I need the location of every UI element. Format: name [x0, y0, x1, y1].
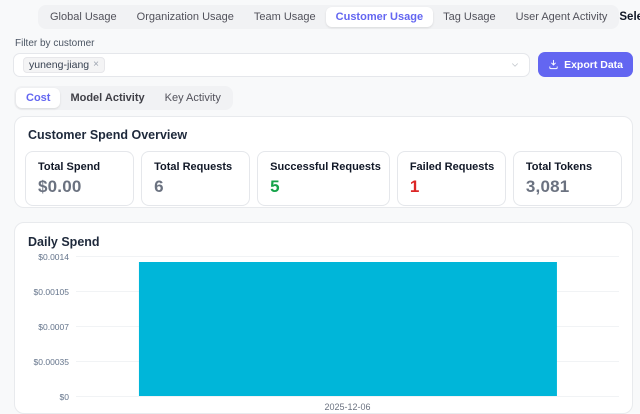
stat-total-requests: Total Requests 6 [141, 151, 250, 206]
stat-value: 1 [410, 177, 497, 197]
filter-by-customer-label: Filter by customer [15, 38, 640, 49]
view-tabs: Cost Model Activity Key Activity [14, 86, 233, 110]
tab-cost[interactable]: Cost [16, 88, 60, 108]
customer-filter-input[interactable]: yuneng-jiang × [13, 53, 530, 77]
usage-tabs: Global Usage Organization Usage Team Usa… [38, 5, 619, 29]
export-data-button[interactable]: Export Data [538, 52, 633, 77]
y-tick: $0 [60, 392, 69, 402]
stat-value: $0.00 [38, 177, 125, 197]
download-icon [548, 59, 559, 70]
tab-organization-usage[interactable]: Organization Usage [127, 7, 244, 27]
stat-value: 6 [154, 177, 241, 197]
stat-label: Total Spend [38, 161, 125, 173]
stat-label: Total Requests [154, 161, 241, 173]
y-tick: $0.0014 [38, 252, 69, 262]
customer-tag: yuneng-jiang × [23, 57, 105, 73]
plot-area: $0.0014 $0.00105 $0.0007 $0.00035 $0 202… [76, 256, 619, 396]
gridline: $0 [76, 396, 619, 397]
stat-failed-requests: Failed Requests 1 [397, 151, 506, 206]
y-tick: $0.0007 [38, 322, 69, 332]
tab-global-usage[interactable]: Global Usage [40, 7, 127, 27]
x-tick: 2025-12-06 [324, 402, 370, 412]
daily-spend-bar[interactable] [138, 262, 556, 396]
stats-grid: Total Spend $0.00 Total Requests 6 Succe… [25, 151, 622, 206]
customer-tag-label: yuneng-jiang [29, 59, 89, 71]
stat-label: Successful Requests [270, 161, 381, 173]
tab-team-usage[interactable]: Team Usage [244, 7, 326, 27]
stat-total-tokens: Total Tokens 3,081 [513, 151, 622, 206]
top-bar: Global Usage Organization Usage Team Usa… [0, 0, 640, 29]
stat-label: Failed Requests [410, 161, 497, 173]
stat-label: Total Tokens [526, 161, 613, 173]
export-data-label: Export Data [564, 59, 623, 71]
tab-tag-usage[interactable]: Tag Usage [433, 7, 506, 27]
tab-user-agent-activity[interactable]: User Agent Activity [506, 7, 618, 27]
daily-spend-title: Daily Spend [28, 235, 619, 249]
stat-value: 3,081 [526, 177, 613, 197]
y-tick: $0.00105 [34, 287, 69, 297]
customer-spend-overview-card: Customer Spend Overview Total Spend $0.0… [14, 116, 633, 208]
chevron-down-icon [510, 60, 520, 70]
daily-spend-chart: $0.0014 $0.00105 $0.0007 $0.00035 $0 202… [28, 254, 619, 412]
filter-row: yuneng-jiang × Export Data [13, 52, 633, 77]
overview-title: Customer Spend Overview [28, 128, 622, 142]
stat-value: 5 [270, 177, 381, 197]
time-range-label: Select Time Range [619, 11, 640, 23]
stat-successful-requests: Successful Requests 5 [257, 151, 390, 206]
remove-tag-icon[interactable]: × [93, 60, 99, 70]
tab-customer-usage[interactable]: Customer Usage [326, 7, 433, 27]
daily-spend-card: Daily Spend $0.0014 $0.00105 $0.0007 $0.… [14, 222, 633, 414]
tab-key-activity[interactable]: Key Activity [155, 88, 231, 108]
stat-total-spend: Total Spend $0.00 [25, 151, 134, 206]
y-tick: $0.00035 [34, 357, 69, 367]
gridline: $0.0014 [76, 256, 619, 257]
tab-model-activity[interactable]: Model Activity [60, 88, 154, 108]
